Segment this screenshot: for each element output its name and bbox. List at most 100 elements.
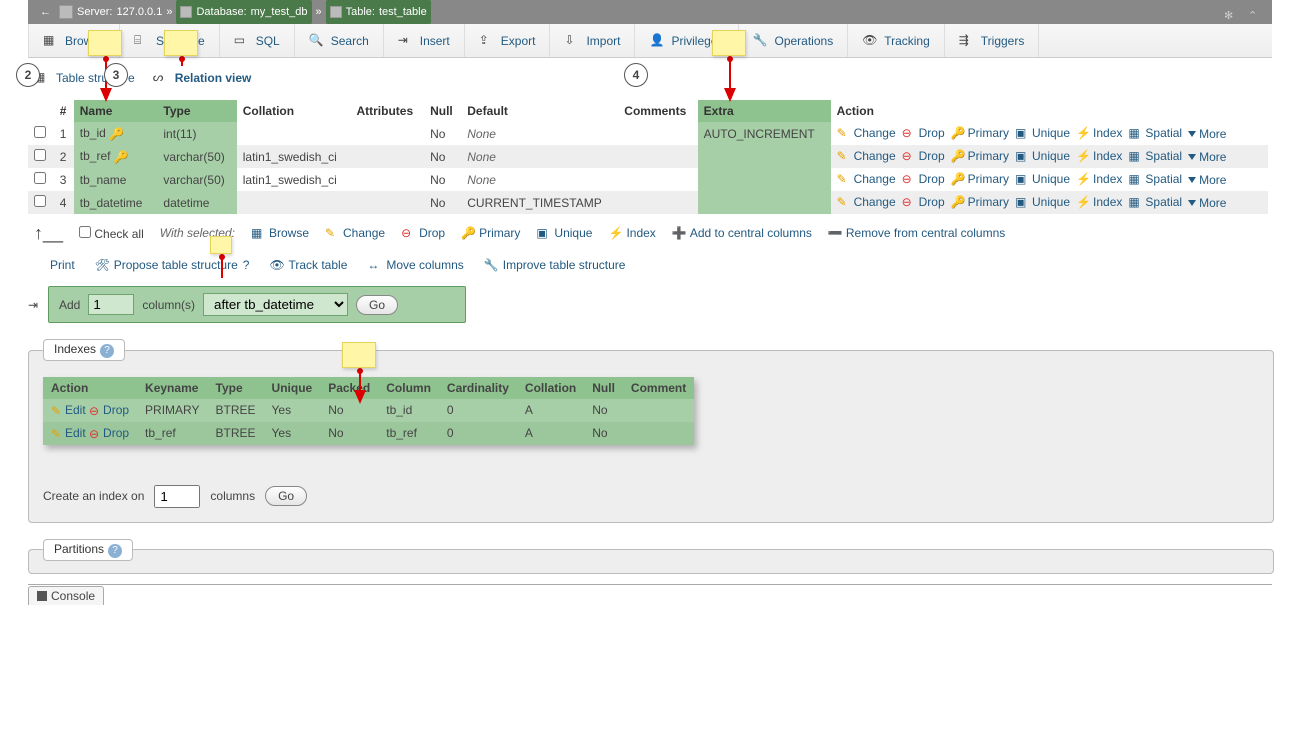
row-primary[interactable]: 🔑Primary [951, 149, 1009, 163]
propose-icon: 🛠 [95, 258, 109, 272]
row-change[interactable]: ✎Change [837, 149, 896, 163]
unique-icon: ▣ [536, 226, 550, 240]
lightning-icon: ⚡ [1076, 195, 1090, 209]
bulk-drop[interactable]: ⊖Drop [401, 226, 445, 240]
breadcrumb-server[interactable]: Server: 127.0.0.1 [77, 0, 162, 24]
browse-icon: ▦ [43, 33, 59, 49]
add-unit: column(s) [142, 298, 195, 312]
callout-3: 3 [104, 63, 128, 87]
bulk-unique[interactable]: ▣Unique [536, 226, 592, 240]
row-drop[interactable]: ⊖Drop [902, 149, 945, 163]
row-index[interactable]: ⚡Index [1076, 126, 1122, 140]
idx-drop[interactable]: ⊖Drop [89, 426, 129, 440]
help-icon[interactable]: ? [243, 258, 250, 272]
console-tab[interactable]: Console [28, 586, 104, 605]
bulk-index[interactable]: ⚡Index [608, 226, 655, 240]
row-index[interactable]: ⚡Index [1076, 195, 1122, 209]
print-link[interactable]: Print [50, 258, 75, 272]
index-key-icon: 🔑 [114, 150, 128, 164]
row-checkbox[interactable] [34, 149, 46, 161]
tab-sql[interactable]: ▭SQL [220, 24, 295, 57]
sql-icon: ▭ [234, 33, 250, 49]
row-unique[interactable]: ▣Unique [1015, 172, 1070, 186]
bulk-remove-central[interactable]: ➖Remove from central columns [828, 226, 1005, 240]
row-unique[interactable]: ▣Unique [1015, 149, 1070, 163]
add-position-select[interactable]: after tb_datetime [203, 293, 348, 316]
sticky-note [210, 236, 232, 254]
row-spatial[interactable]: ▦Spatial [1128, 195, 1182, 209]
breadcrumb-database[interactable]: Database: my_test_db [176, 0, 311, 24]
chevron-down-icon [1188, 200, 1196, 206]
row-checkbox[interactable] [34, 126, 46, 138]
help-icon[interactable]: ? [108, 544, 122, 558]
idx-drop[interactable]: ⊖Drop [89, 403, 129, 417]
pencil-icon: ✎ [837, 149, 851, 163]
row-index[interactable]: ⚡Index [1076, 149, 1122, 163]
row-drop[interactable]: ⊖Drop [902, 126, 945, 140]
row-more[interactable]: More [1188, 150, 1226, 164]
row-drop[interactable]: ⊖Drop [902, 195, 945, 209]
create-index-go[interactable]: Go [265, 486, 307, 506]
row-checkbox[interactable] [34, 172, 46, 184]
bulk-add-central[interactable]: ➕Add to central columns [672, 226, 812, 240]
row-more[interactable]: More [1188, 127, 1226, 141]
idx-col-type: Type [208, 377, 264, 399]
create-index-count[interactable] [154, 485, 200, 508]
subtab-relation-view[interactable]: ᔕ Relation view [153, 70, 252, 86]
import-icon: ⇩ [564, 33, 580, 49]
tracking-icon: 👁 [862, 33, 878, 49]
row-primary[interactable]: 🔑Primary [951, 126, 1009, 140]
tab-export[interactable]: ⇪Export [465, 24, 551, 57]
row-primary[interactable]: 🔑Primary [951, 172, 1009, 186]
tab-import[interactable]: ⇩Import [550, 24, 635, 57]
check-all[interactable]: Check all [79, 226, 144, 241]
gear-icon[interactable]: ✻ [1224, 4, 1240, 20]
idx-col-keyname: Keyname [137, 377, 207, 399]
row-more[interactable]: More [1188, 173, 1226, 187]
row-spatial[interactable]: ▦Spatial [1128, 172, 1182, 186]
row-change[interactable]: ✎Change [837, 195, 896, 209]
idx-edit[interactable]: ✎Edit [51, 403, 86, 417]
help-icon[interactable]: ? [100, 344, 114, 358]
tab-triggers[interactable]: ⇶Triggers [945, 24, 1040, 57]
breadcrumb-table[interactable]: Table: test_table [326, 0, 431, 24]
move-columns-link[interactable]: ↔Move columns [367, 258, 463, 272]
add-count-input[interactable] [88, 294, 134, 315]
row-more[interactable]: More [1188, 196, 1226, 210]
search-icon: 🔍 [309, 33, 325, 49]
row-change[interactable]: ✎Change [837, 172, 896, 186]
row-unique[interactable]: ▣Unique [1015, 195, 1070, 209]
row-unique[interactable]: ▣Unique [1015, 126, 1070, 140]
arrow-up-icon: ↑__ [34, 224, 63, 242]
nav-back-icon[interactable]: ← [36, 0, 55, 24]
breadcrumb: ← Server: 127.0.0.1 » Database: my_test_… [28, 0, 1272, 24]
bulk-primary[interactable]: 🔑Primary [461, 226, 520, 240]
collapse-icon[interactable]: ⌃ [1248, 4, 1264, 20]
row-index[interactable]: ⚡Index [1076, 172, 1122, 186]
tab-tracking[interactable]: 👁Tracking [848, 24, 945, 57]
row-drop[interactable]: ⊖Drop [902, 172, 945, 186]
idx-edit[interactable]: ✎Edit [51, 426, 86, 440]
minus-icon: ⊖ [902, 149, 916, 163]
idx-col-comment: Comment [623, 377, 694, 399]
row-checkbox[interactable] [34, 195, 46, 207]
add-central-icon: ➕ [672, 226, 686, 240]
improve-link[interactable]: 🔧Improve table structure [484, 258, 626, 272]
row-change[interactable]: ✎Change [837, 126, 896, 140]
tab-search[interactable]: 🔍Search [295, 24, 384, 57]
col-type: Type [157, 100, 236, 122]
console-bar: Console [28, 584, 1272, 604]
bulk-change[interactable]: ✎Change [325, 226, 385, 240]
row-spatial[interactable]: ▦Spatial [1128, 126, 1182, 140]
propose-link[interactable]: 🛠Propose table structure ? [95, 258, 250, 272]
tab-operations[interactable]: 🔧Operations [739, 24, 849, 57]
track-link[interactable]: 👁Track table [269, 258, 347, 272]
bulk-browse[interactable]: ▦Browse [251, 226, 309, 240]
operations-icon: 🔧 [753, 33, 769, 49]
row-primary[interactable]: 🔑Primary [951, 195, 1009, 209]
row-spatial[interactable]: ▦Spatial [1128, 149, 1182, 163]
callout-4: 4 [624, 63, 648, 87]
col-name: Name [74, 100, 158, 122]
tab-insert[interactable]: ⇥Insert [384, 24, 465, 57]
add-go-button[interactable]: Go [356, 295, 398, 315]
